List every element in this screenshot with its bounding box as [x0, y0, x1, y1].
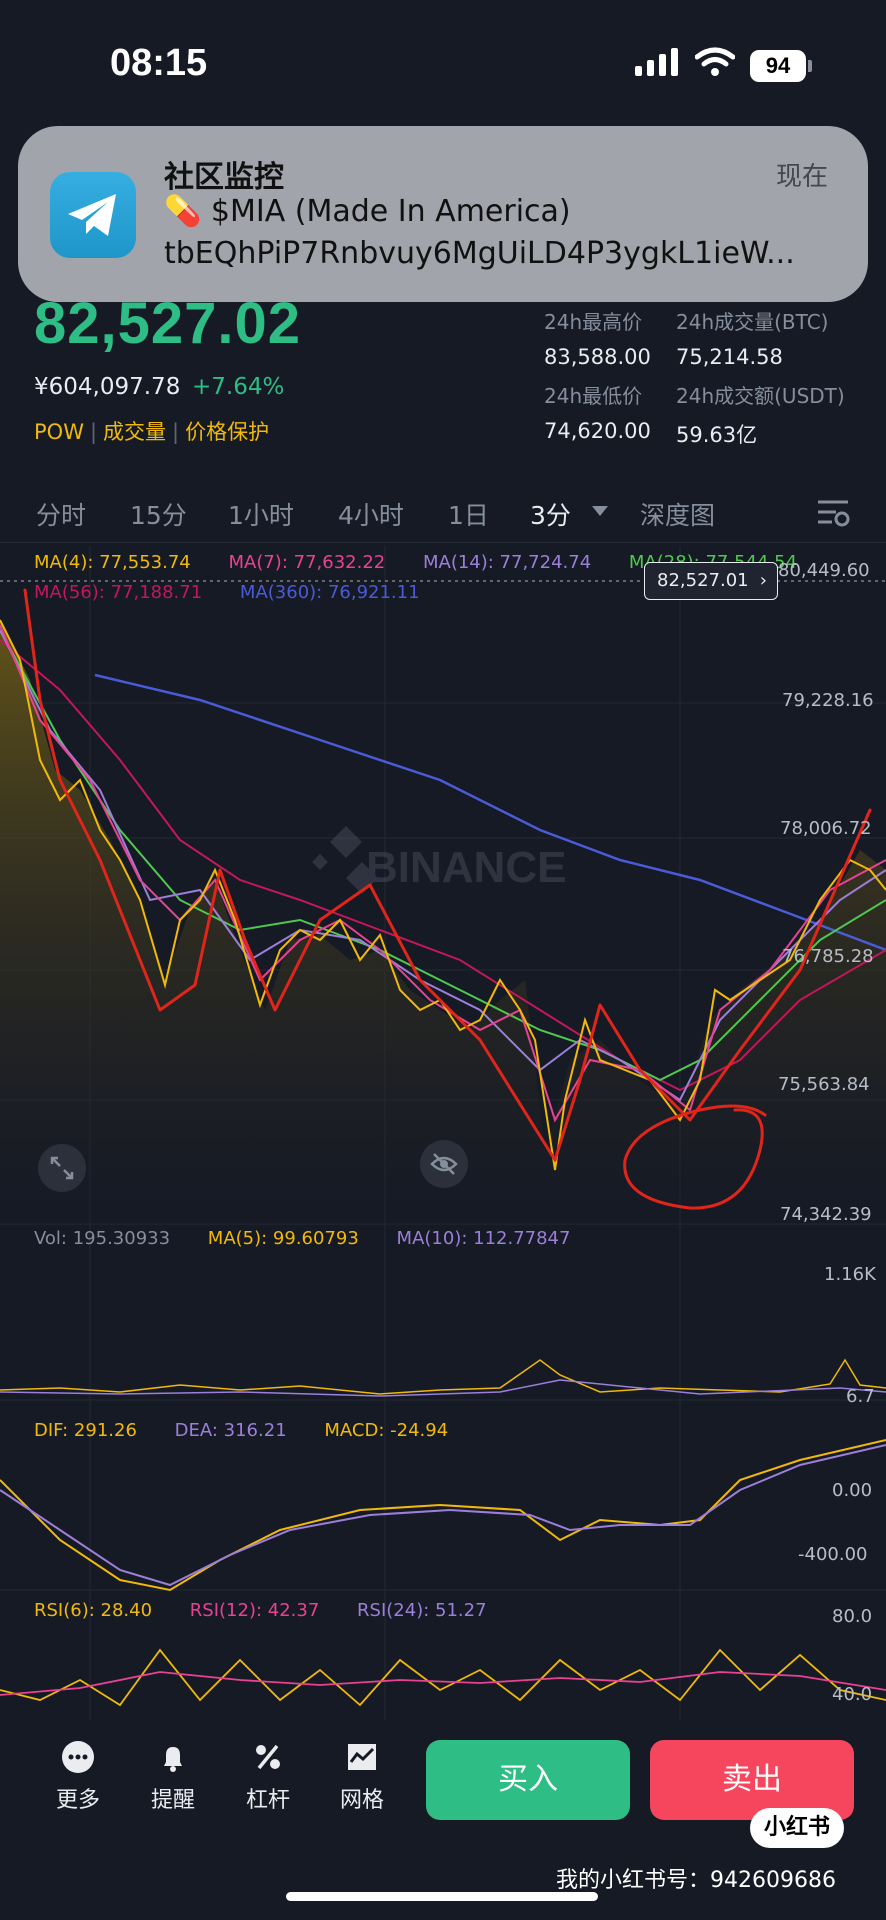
vol-ma10-label: MA(10): 112.77847: [396, 1228, 571, 1249]
price-axis-label: 75,563.84: [778, 1074, 870, 1095]
price-axis-label: 80,449.60: [778, 560, 870, 581]
notification-body-line-1: 💊 $MIA (Made In America): [164, 194, 571, 229]
macd-axis-label: -400.00: [798, 1544, 868, 1565]
rsi-axis-label: 40.0: [832, 1684, 873, 1705]
macd-legend: DIF: 291.26 DEA: 316.21 MACD: -24.94: [34, 1420, 480, 1441]
home-indicator[interactable]: [286, 1892, 598, 1901]
eye-off-icon: [430, 1153, 458, 1175]
tab-3m[interactable]: 3分: [530, 496, 571, 532]
ma7-label: MA(7): 77,632.22: [228, 552, 386, 573]
notification-body-line-2: tbEQhPiP7Rnbvuy6MgUiLD4P3ygkL1ieW...: [164, 236, 795, 271]
stat-value: 59.63亿: [676, 423, 758, 447]
price-axis-label: 76,785.28: [782, 946, 874, 967]
leverage-label: 杠杆: [245, 1788, 290, 1813]
push-notification[interactable]: 社区监控 现在 💊 $MIA (Made In America) tbEQhPi…: [18, 126, 868, 302]
battery-tip: [808, 60, 812, 72]
macd-axis-label: 0.00: [832, 1480, 873, 1501]
tab-1h[interactable]: 1小时: [228, 496, 294, 532]
more-label: 更多: [55, 1788, 100, 1813]
vol-label: Vol: 195.30933: [34, 1228, 171, 1249]
grid-button[interactable]: 网格: [322, 1740, 402, 1814]
vol-axis-label: 1.16K: [824, 1264, 876, 1285]
current-price-tag[interactable]: 82,527.01 ›: [644, 562, 778, 600]
ma14-label: MA(14): 77,724.74: [422, 552, 592, 573]
change-percent: +7.64%: [192, 374, 285, 400]
bottom-action-bar: 更多 提醒 杠杆 网格 买入 卖出 小红书 我的小红书号：942609686: [0, 1720, 886, 1920]
current-price-value: 82,527.01: [657, 570, 749, 591]
ma360-label: MA(360): 76,921.11: [239, 582, 420, 603]
cny-price: ¥604,097.78: [34, 374, 181, 400]
timeframe-tabs: 分时 15分 1小时 4小时 1日 3分 深度图: [0, 488, 886, 538]
leverage-button[interactable]: 杠杆: [228, 1740, 308, 1814]
vol-axis-label: 6.7: [846, 1386, 875, 1407]
clock: 08:15: [110, 42, 208, 84]
kline-chart[interactable]: BINANCE MA(4): 77,553.74 MA(7): 77,632.2…: [0, 540, 886, 1720]
grid-label: 网格: [339, 1788, 384, 1813]
stat-value: 75,214.58: [676, 345, 783, 369]
stat-24h-high: 24h最高价 83,588.00: [544, 306, 651, 369]
price-axis-label: 78,006.72: [780, 818, 872, 839]
tab-4h[interactable]: 4小时: [338, 496, 404, 532]
watermark-text: BINANCE: [366, 843, 566, 892]
chart-canvas: BINANCE: [0, 546, 886, 1720]
stat-24h-low: 24h最低价 74,620.00: [544, 380, 651, 443]
stat-label: 24h成交额(USDT): [676, 384, 845, 408]
dif-label: DIF: 291.26: [34, 1420, 137, 1441]
xiaohongshu-watermark: 我的小红书号：942609686: [556, 1868, 836, 1893]
tag-pow[interactable]: POW: [34, 420, 84, 444]
price-axis-label: 79,228.16: [782, 690, 874, 711]
tab-depth[interactable]: 深度图: [640, 496, 715, 532]
stat-label: 24h最高价: [544, 310, 643, 334]
stat-24h-volume-btc: 24h成交量(BTC) 75,214.58: [676, 306, 828, 369]
stat-value: 74,620.00: [544, 419, 651, 443]
vol-ma5-label: MA(5): 99.60793: [207, 1228, 359, 1249]
ma56-label: MA(56): 77,188.71: [34, 582, 203, 603]
ma-legend-row-2: MA(56): 77,188.71 MA(360): 76,921.11: [34, 582, 452, 603]
stat-24h-volume-usdt: 24h成交额(USDT) 59.63亿: [676, 380, 845, 449]
battery-indicator: 94: [750, 50, 806, 82]
timeframe-dropdown-icon[interactable]: [592, 506, 608, 516]
cellular-signal-icon: [635, 48, 678, 76]
rsi24-label: RSI(24): 51.27: [357, 1600, 487, 1621]
notification-time: 现在: [775, 162, 828, 192]
expand-icon: [50, 1156, 74, 1180]
volume-legend: Vol: 195.30933 MA(5): 99.60793 MA(10): 1…: [34, 1228, 602, 1249]
rsi-axis-label: 80.0: [832, 1606, 873, 1627]
more-button[interactable]: 更多: [38, 1740, 118, 1814]
rsi-legend: RSI(6): 28.40 RSI(12): 42.37 RSI(24): 51…: [34, 1600, 519, 1621]
rsi6-label: RSI(6): 28.40: [34, 1600, 153, 1621]
telegram-icon: [68, 194, 116, 236]
rsi12-label: RSI(12): 42.37: [189, 1600, 320, 1621]
buy-button[interactable]: 买入: [426, 1740, 630, 1820]
toggle-visibility-button[interactable]: [420, 1140, 468, 1188]
tab-15m[interactable]: 15分: [130, 496, 187, 532]
dea-label: DEA: 316.21: [174, 1420, 287, 1441]
chart-settings-icon[interactable]: [816, 498, 850, 528]
tab-line[interactable]: 分时: [36, 496, 86, 532]
xiaohongshu-badge: 小红书: [750, 1808, 844, 1848]
price-axis-label: 74,342.39: [780, 1204, 872, 1225]
token-tags: POW | 成交量 | 价格保护: [34, 420, 270, 444]
wifi-icon: [695, 47, 735, 76]
stat-label: 24h成交量(BTC): [676, 310, 829, 334]
notification-title: 社区监控: [164, 160, 284, 195]
tag-volume[interactable]: 成交量: [103, 420, 166, 444]
bell-icon: [164, 1747, 182, 1772]
grid-trading-icon: [348, 1744, 376, 1770]
alert-button[interactable]: 提醒: [133, 1740, 213, 1814]
alert-label: 提醒: [150, 1788, 195, 1813]
binance-watermark: BINANCE: [312, 826, 566, 894]
chevron-right-icon: ›: [759, 570, 767, 591]
percent-icon: [256, 1744, 280, 1770]
stat-label: 24h最低价: [544, 384, 643, 408]
telegram-app-icon: [50, 172, 136, 258]
fullscreen-button[interactable]: [38, 1144, 86, 1192]
stat-value: 83,588.00: [544, 345, 651, 369]
more-icon: [62, 1741, 94, 1773]
tag-price-protection[interactable]: 价格保护: [185, 420, 269, 444]
ma4-label: MA(4): 77,553.74: [34, 552, 191, 573]
macd-label: MACD: -24.94: [324, 1420, 449, 1441]
tab-1d[interactable]: 1日: [448, 496, 489, 532]
status-bar: 08:15 94: [0, 0, 886, 120]
